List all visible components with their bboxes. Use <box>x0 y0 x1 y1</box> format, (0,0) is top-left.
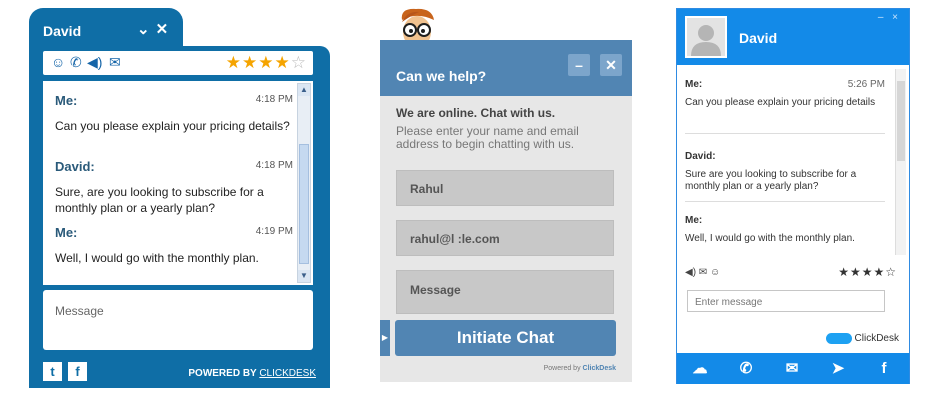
smiley-icon[interactable]: ☺ <box>51 54 65 70</box>
message: David: 4:18 PM Sure, are you looking to … <box>55 159 295 216</box>
phone-icon[interactable]: ✆ <box>70 54 82 71</box>
scroll-down-icon[interactable]: ▼ <box>298 270 310 282</box>
mail-icon[interactable]: ✉ <box>109 54 121 71</box>
user-avatar-icon <box>691 25 721 56</box>
agent-tab[interactable]: David ⌄✕ <box>29 8 183 48</box>
rating-stars[interactable]: ★★★★☆ <box>838 265 897 279</box>
scrollbar[interactable] <box>895 69 906 255</box>
star-icon[interactable]: ★ <box>242 53 258 72</box>
message-list: Me: 5:26 PM Can you please explain your … <box>685 75 895 261</box>
cloud-icon <box>825 333 852 344</box>
message-field[interactable]: Message <box>396 270 614 314</box>
divider <box>685 201 885 202</box>
avatar <box>685 16 727 58</box>
message-text: Well, I would go with the monthly plan. <box>55 251 259 265</box>
facebook-icon[interactable]: f <box>861 353 907 384</box>
chat-widget-blue: David ⌄✕ ☺ ✆ ◀) ✉ ★★★★☆ Me: 4:18 PM Can … <box>29 8 330 388</box>
message: David: Sure are you looking to subscribe… <box>685 151 885 193</box>
divider <box>685 133 885 134</box>
initiate-chat-button[interactable]: Initiate Chat <box>395 320 616 356</box>
message-input[interactable]: Enter message <box>687 290 885 312</box>
star-empty-icon[interactable]: ☆ <box>291 53 307 72</box>
close-button[interactable]: ✕ <box>600 54 622 76</box>
message-time: 4:19 PM <box>255 226 293 237</box>
powered-brand[interactable]: ClickDesk <box>583 365 616 372</box>
powered-link[interactable]: CLICKDESK <box>259 368 316 379</box>
star-icon[interactable]: ★ <box>258 53 274 72</box>
scroll-up-icon[interactable]: ▲ <box>298 84 310 96</box>
message: Me: Well, I would go with the monthly pl… <box>685 215 885 245</box>
message-text: Well, I would go with the monthly plan. <box>685 233 855 244</box>
speaker-icon[interactable]: ◀) <box>87 54 102 71</box>
message-text: Can you please explain your pricing deta… <box>685 97 876 108</box>
star-icon[interactable]: ★ <box>226 53 242 72</box>
agent-name: David <box>43 23 82 39</box>
twitter-icon[interactable]: ➤ <box>815 353 861 384</box>
mail-icon[interactable]: ✉ <box>769 353 815 384</box>
chat-widget-gray: Can we help? – ✕ We are online. Chat wit… <box>376 4 632 382</box>
tool-icons[interactable]: ◀) ✉ ☺ <box>685 267 720 278</box>
prechat-form: We are online. Chat with us. Please ente… <box>380 96 632 382</box>
chat-header: David – × <box>677 9 909 65</box>
powered-by: POWERED BY CLICKDESK <box>188 368 316 379</box>
chat-icon[interactable]: ☁ <box>677 353 723 384</box>
icon-toolbar: ☺ ✆ ◀) ✉ ★★★★☆ <box>43 51 313 75</box>
message-text: Can you please explain your pricing deta… <box>55 119 290 133</box>
message-input[interactable]: Message <box>43 290 313 350</box>
powered-by: Powered by ClickDesk <box>544 365 616 372</box>
message-time: 4:18 PM <box>255 160 293 171</box>
message-time: 5:26 PM <box>847 79 885 90</box>
close-icon[interactable]: ✕ <box>156 21 175 38</box>
message: Me: 4:19 PM Well, I would go with the mo… <box>55 225 295 266</box>
email-field[interactable]: rahul@l :le.com <box>396 220 614 256</box>
agent-name: David <box>739 30 778 46</box>
clickdesk-logo: ClickDesk <box>825 333 899 345</box>
tab-controls: ⌄✕ <box>137 20 174 38</box>
expand-arrow-icon[interactable]: ▶ <box>380 320 390 356</box>
facebook-icon[interactable]: f <box>68 362 87 381</box>
powered-prefix: POWERED BY <box>188 368 260 379</box>
rating-stars[interactable]: ★★★★☆ <box>226 53 307 73</box>
message-sender: Me: <box>685 215 703 226</box>
message: Me: 4:18 PM Can you please explain your … <box>55 93 295 134</box>
message: Me: 5:26 PM Can you please explain your … <box>685 79 885 109</box>
header-title: Can we help? <box>396 68 487 84</box>
minimize-icon[interactable]: ⌄ <box>137 21 156 38</box>
minimize-button[interactable]: – <box>568 54 590 76</box>
chat-widget-bright: David – × Me: 5:26 PM Can you please exp… <box>676 8 910 384</box>
brand-name: ClickDesk <box>854 333 899 345</box>
chat-header: Can we help? – ✕ <box>380 40 632 96</box>
scroll-thumb[interactable] <box>299 144 309 264</box>
twitter-icon[interactable]: t <box>43 362 62 381</box>
message-list: Me: 4:18 PM Can you please explain your … <box>43 81 313 285</box>
name-field[interactable]: Rahul <box>396 170 614 206</box>
scrollbar[interactable]: ▲ ▼ <box>297 83 311 283</box>
message-time: 4:18 PM <box>255 94 293 105</box>
online-subtitle: Please enter your name and email address… <box>396 124 579 151</box>
message-sender: David: <box>685 151 716 162</box>
message-text: Sure are you looking to subscribe for a … <box>685 169 857 192</box>
message-text: Sure, are you looking to subscribe for a… <box>55 185 264 215</box>
bottom-toolbar: ☁ ✆ ✉ ➤ f <box>677 353 909 384</box>
social-links: tf <box>43 362 93 381</box>
phone-icon[interactable]: ✆ <box>723 353 769 384</box>
window-controls[interactable]: – × <box>878 12 901 23</box>
online-title: We are online. Chat with us. <box>396 106 556 120</box>
star-icon[interactable]: ★ <box>275 53 291 72</box>
scroll-thumb[interactable] <box>897 81 905 161</box>
powered-prefix: Powered by <box>543 365 583 372</box>
